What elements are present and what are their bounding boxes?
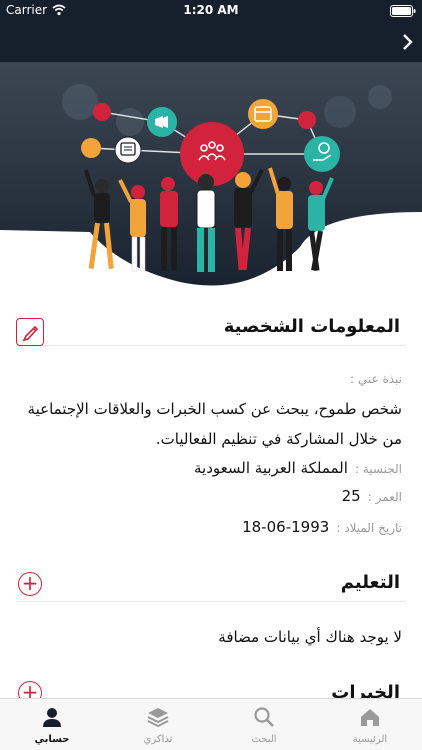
nationality-value: المملكة العربية السعودية <box>194 459 348 477</box>
tab-home-label: الرئيسية <box>352 734 388 745</box>
personal-info-header: المعلومات الشخصية <box>16 306 406 346</box>
battery-icon <box>390 5 416 17</box>
back-button[interactable] <box>396 29 418 55</box>
add-education-button[interactable]: + <box>18 572 42 596</box>
add-experience-button[interactable]: + <box>18 681 42 698</box>
tab-bar: الرئيسية البحث تذاكري حسابي <box>0 698 422 750</box>
status-bar: Carrier 1:20 AM <box>0 0 422 22</box>
edit-pencil-icon <box>22 325 39 342</box>
age-label: العمر : <box>367 490 402 504</box>
chevron-right-icon <box>403 34 413 50</box>
home-icon <box>361 709 379 726</box>
nationality-label: الجنسية : <box>355 462 402 476</box>
plus-icon: + <box>21 571 39 595</box>
community-network-illustration <box>0 62 422 286</box>
navigation-bar <box>0 22 422 62</box>
tab-account-label: حسابي <box>34 734 70 745</box>
personal-info-title: المعلومات الشخصية <box>223 316 400 337</box>
education-header: التعليم <box>16 562 406 602</box>
clock: 1:20 AM <box>183 3 239 17</box>
birthdate-value: 1993-06-18 <box>242 518 330 536</box>
age-value: 25 <box>341 487 361 505</box>
tab-account[interactable]: حسابي <box>2 699 102 750</box>
tab-search[interactable]: البحث <box>214 699 314 750</box>
tab-home[interactable]: الرئيسية <box>320 699 420 750</box>
about-label: نبذة عني : <box>349 372 402 386</box>
tab-tickets-label: تذاكري <box>143 734 173 745</box>
profile-content: المعلومات الشخصية نبذة عني : شخص طموح، ي… <box>0 300 422 698</box>
tickets-stack-icon <box>147 708 169 728</box>
birthdate-label: تاريخ الميلاد : <box>336 521 402 535</box>
education-empty-message: لا يوجد هناك أي بيانات مضافة <box>218 628 402 646</box>
birthdate-row: تاريخ الميلاد : 1993-06-18 <box>22 517 402 541</box>
experience-title: الخبرات <box>331 682 400 698</box>
experience-header: الخبرات <box>16 672 406 698</box>
tab-search-label: البحث <box>251 734 277 745</box>
hero-illustration <box>0 62 422 300</box>
plus-icon: + <box>21 680 39 699</box>
bio-text: شخص طموح، يبحث عن كسب الخبرات والعلاقات … <box>27 400 402 448</box>
user-icon <box>43 708 61 727</box>
nationality-row: الجنسية : المملكة العربية السعودية <box>22 458 402 482</box>
tab-tickets[interactable]: تذاكري <box>108 699 208 750</box>
search-icon <box>254 707 274 727</box>
age-row: العمر : 25 <box>22 486 402 510</box>
education-title: التعليم <box>340 572 400 593</box>
edit-profile-button[interactable] <box>16 318 44 346</box>
